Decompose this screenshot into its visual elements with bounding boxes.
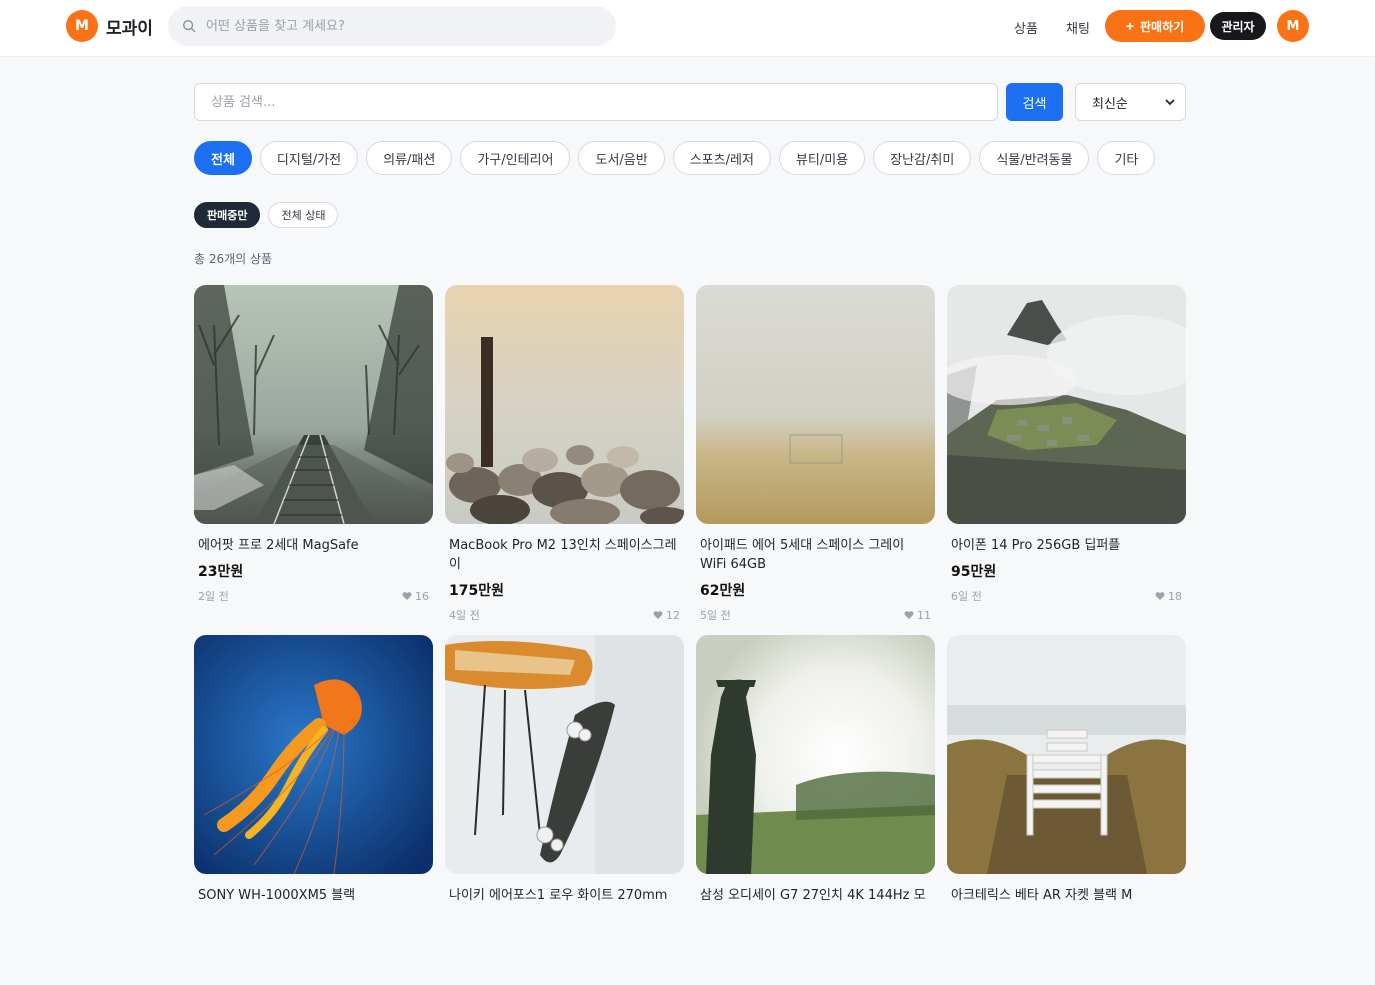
sell-button[interactable]: + 판매하기 (1105, 10, 1205, 42)
product-likes: 12 (653, 607, 680, 623)
product-price: 62만원 (700, 583, 746, 599)
product-likes: 11 (904, 607, 931, 623)
nav-chat-link[interactable]: 채팅 (1066, 18, 1090, 37)
result-count: 총 26개의 상품 (194, 252, 273, 266)
product-card[interactable]: 아크테릭스 베타 AR 자켓 블랙 M (947, 635, 1186, 985)
product-price: 95만원 (951, 564, 997, 580)
product-title: 아이폰 14 Pro 256GB 딥퍼플 (951, 538, 1121, 553)
sort-selected-value: 최신순 (1092, 96, 1128, 112)
category-chip-sports[interactable]: 스포츠/레저 (672, 141, 771, 175)
product-title: 아크테릭스 베타 AR 자켓 블랙 M (951, 888, 1133, 903)
category-chip-beauty[interactable]: 뷰티/미용 (778, 141, 866, 175)
category-chip-toys[interactable]: 장난감/취미 (873, 141, 972, 175)
category-chip-digital[interactable]: 디지털/가전 (259, 141, 359, 175)
product-title: SONY WH-1000XM5 블랙 (198, 888, 356, 903)
product-grid: 에어팟 프로 2세대 MagSafe 23만원 2일 전 16 MacBook … (194, 285, 1186, 985)
product-price: 175만원 (449, 583, 504, 599)
category-chip-fashion[interactable]: 의류/패션 (366, 141, 453, 175)
product-image-jellyfish (194, 635, 433, 874)
product-likes: 18 (1155, 588, 1182, 604)
status-filter-bar: 판매중만 전체 상태 (194, 202, 339, 228)
logo-text: 모과이 (106, 18, 153, 39)
product-image-wooden-bench-dunes (947, 635, 1186, 874)
product-title: 나이키 에어포스1 로우 화이트 270mm (449, 888, 668, 903)
status-chip-on-sale[interactable]: 판매중만 (194, 202, 261, 228)
product-time: 5일 전 (700, 609, 731, 622)
product-image-skateboard-and-chair (445, 635, 684, 874)
category-chip-books[interactable]: 도서/음반 (578, 141, 665, 175)
product-card[interactable]: 아이폰 14 Pro 256GB 딥퍼플 95만원 6일 전 18 (947, 285, 1186, 635)
product-price: 23만원 (198, 564, 244, 580)
chevron-down-icon (1165, 99, 1175, 106)
product-card[interactable]: 에어팟 프로 2세대 MagSafe 23만원 2일 전 16 (194, 285, 433, 635)
heart-icon (1155, 592, 1165, 600)
product-image-stones-and-sea (445, 285, 684, 524)
product-image-mountain-ruins (947, 285, 1186, 524)
product-likes: 16 (402, 588, 429, 604)
status-chip-all[interactable]: 전체 상태 (268, 202, 339, 228)
product-time: 4일 전 (449, 609, 480, 622)
search-button[interactable]: 검색 (1006, 83, 1063, 121)
product-card[interactable]: MacBook Pro M2 13인치 스페이스그레이 175만원 4일 전 1… (445, 285, 684, 635)
sell-button-label: 판매하기 (1140, 19, 1185, 34)
nav-products-link[interactable]: 상품 (1014, 18, 1038, 37)
site-logo[interactable]: M 모과이 (66, 10, 153, 42)
global-search-input[interactable] (206, 18, 586, 34)
product-title: 아이패드 에어 5세대 스페이스 그레이 WiFi 64GB (700, 538, 905, 572)
product-card[interactable]: 삼성 오디세이 G7 27인치 4K 144Hz 모니터 (696, 635, 935, 985)
product-card[interactable]: 나이키 에어포스1 로우 화이트 270mm (445, 635, 684, 985)
likes-count: 12 (666, 608, 680, 622)
category-chip-all[interactable]: 전체 (194, 141, 252, 175)
category-chip-furniture[interactable]: 가구/인테리어 (460, 141, 571, 175)
product-title: 삼성 오디세이 G7 27인치 4K 144Hz 모니터 (700, 888, 926, 903)
product-card[interactable]: SONY WH-1000XM5 블랙 (194, 635, 433, 985)
heart-icon (402, 592, 412, 600)
product-title: 에어팟 프로 2세대 MagSafe (198, 538, 359, 553)
product-time: 6일 전 (951, 590, 982, 603)
product-image-misty-field (696, 285, 935, 524)
category-filter-bar: 전체 디지털/가전 의류/패션 가구/인테리어 도서/음반 스포츠/레저 뷰티/… (194, 141, 1156, 175)
logo-badge: M (66, 10, 98, 42)
search-icon (183, 20, 196, 33)
top-navigation-bar: M 모과이 상품 채팅 + 판매하기 관리자 M (0, 0, 1375, 57)
product-card[interactable]: 아이패드 에어 5세대 스페이스 그레이 WiFi 64GB 62만원 5일 전… (696, 285, 935, 635)
product-title: MacBook Pro M2 13인치 스페이스그레이 (449, 538, 677, 572)
heart-icon (904, 611, 914, 619)
likes-count: 18 (1168, 589, 1182, 603)
category-chip-etc[interactable]: 기타 (1097, 141, 1156, 175)
sort-select[interactable]: 최신순 (1075, 83, 1186, 121)
admin-button[interactable]: 관리자 (1210, 12, 1266, 40)
product-image-man-in-sunlight (696, 635, 935, 874)
category-chip-plants-pets[interactable]: 식물/반려동물 (979, 141, 1090, 175)
product-time: 2일 전 (198, 590, 229, 603)
plus-icon: + (1125, 18, 1134, 34)
product-search-input[interactable] (194, 83, 998, 121)
heart-icon (653, 611, 663, 619)
global-search-bar (168, 6, 616, 46)
user-avatar[interactable]: M (1277, 10, 1309, 42)
product-image-foggy-railway (194, 285, 433, 524)
likes-count: 16 (415, 589, 429, 603)
likes-count: 11 (917, 608, 931, 622)
